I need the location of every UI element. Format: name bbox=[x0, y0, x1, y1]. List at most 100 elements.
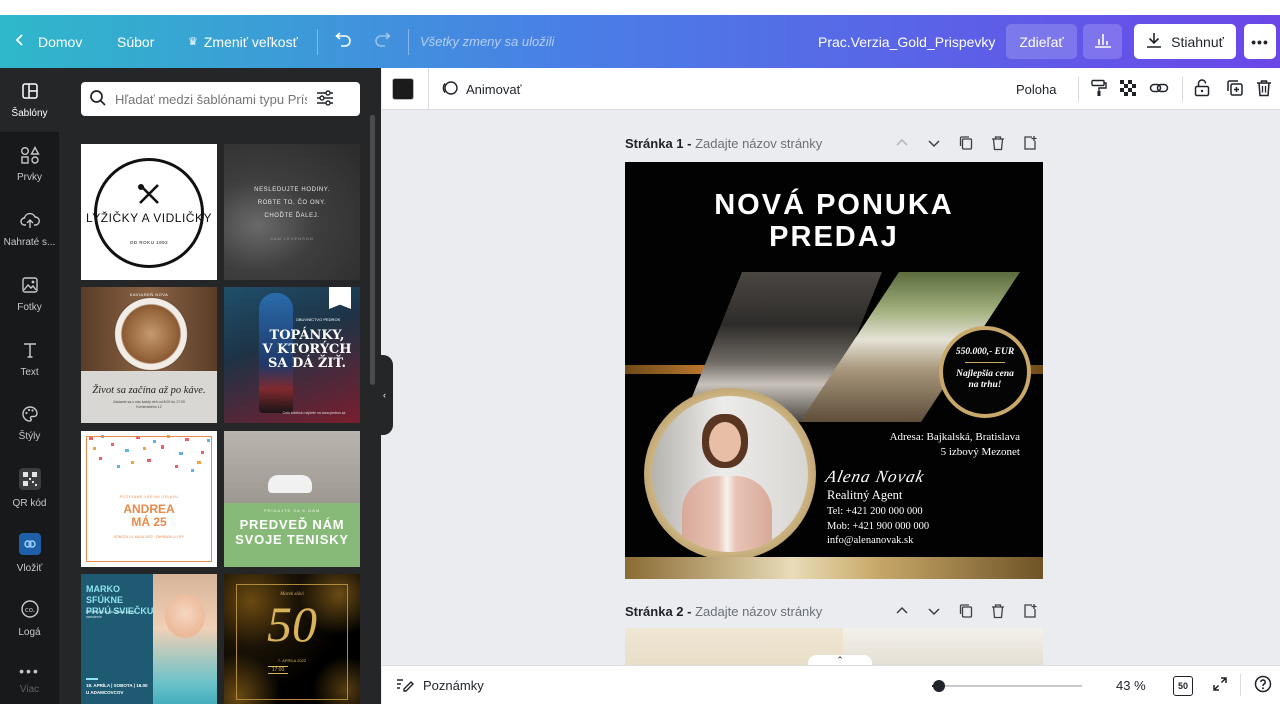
help-button[interactable] bbox=[1254, 666, 1272, 704]
save-status: Všetky zmeny sa uložili bbox=[420, 34, 555, 49]
address-block[interactable]: Adresa: Bajkalská, Bratislava 5 izbový M… bbox=[825, 430, 1020, 460]
rail-item-qr[interactable]: QR kód bbox=[0, 456, 59, 520]
chevron-down-icon[interactable] bbox=[927, 603, 941, 624]
design-page-1[interactable]: NOVÁ PONUKA PREDAJ 550.000,- EUR Najlepš… bbox=[625, 162, 1043, 579]
redo-icon bbox=[374, 32, 394, 51]
design-headline[interactable]: NOVÁ PONUKA PREDAJ bbox=[625, 189, 1043, 253]
rail-label: Fotky bbox=[17, 301, 42, 313]
template-card-fifty[interactable]: Marek slávi 50 7. APRÍLA 2022 17:00 bbox=[224, 574, 360, 704]
best-price-text: Najlepšia cena na trhu! bbox=[939, 369, 1031, 391]
agent-signature[interactable]: Alena Novak bbox=[824, 467, 958, 487]
divider bbox=[317, 29, 318, 55]
headline-line: PREDVEĎ NÁM bbox=[239, 517, 345, 532]
template-card-quote[interactable]: NESLEDUJTE HODINY. ROBTE TO, ČO ONY. CHO… bbox=[224, 144, 360, 280]
copy-style-button[interactable] bbox=[1090, 68, 1108, 110]
home-link[interactable]: Domov bbox=[14, 15, 82, 68]
delete-button[interactable] bbox=[1256, 68, 1272, 110]
duplicate-button[interactable] bbox=[1226, 68, 1244, 110]
svg-text:co.: co. bbox=[24, 606, 34, 614]
rail-item-uploads[interactable]: Nahraté s... bbox=[0, 197, 59, 261]
color-swatch-button[interactable] bbox=[392, 68, 414, 110]
agent-contact[interactable]: Tel: +421 200 000 000 Mob: +421 900 000 … bbox=[827, 505, 1017, 549]
unlock-icon bbox=[1194, 78, 1210, 100]
rail-item-logos[interactable]: co. Logá bbox=[0, 586, 59, 650]
fullscreen-button[interactable] bbox=[1212, 666, 1228, 704]
lock-button[interactable] bbox=[1194, 68, 1210, 110]
rail-label: Nahraté s... bbox=[3, 236, 56, 248]
rail-item-templates[interactable]: Šablóny bbox=[0, 68, 59, 132]
duplicate-page-icon[interactable] bbox=[959, 603, 973, 624]
rail-item-photos[interactable]: Fotky bbox=[0, 262, 59, 326]
resize-button[interactable]: ♛ Zmeniť veľkosť bbox=[188, 15, 298, 68]
file-menu[interactable]: Súbor bbox=[117, 15, 154, 68]
context-toolbar: Animovať Poloha bbox=[382, 68, 1280, 110]
template-headline: PREDVEĎ NÁM SVOJE TENISKY bbox=[224, 517, 360, 547]
page-1-header: Stránka 1 - Zadajte názov stránky bbox=[625, 136, 822, 151]
undo-button[interactable] bbox=[332, 15, 352, 68]
party-date: 7. APRÍLA 2022 bbox=[277, 658, 307, 663]
template-quote: Život sa začína až po káve. bbox=[92, 385, 206, 396]
transparency-button[interactable] bbox=[1119, 68, 1137, 110]
chevron-down-icon[interactable] bbox=[927, 135, 941, 156]
filter-icon[interactable] bbox=[315, 89, 335, 110]
template-card-shoes[interactable]: OBUVNÍCTVO PEDROS TOPÁNKY, V KTORÝCH SA … bbox=[224, 287, 360, 423]
delete-page-icon[interactable] bbox=[991, 603, 1005, 624]
template-search[interactable] bbox=[81, 82, 360, 116]
add-page-icon[interactable] bbox=[1023, 135, 1037, 156]
headline-line: PREDAJ bbox=[769, 221, 899, 253]
zoom-level[interactable]: 43 % bbox=[1116, 666, 1146, 704]
template-small: PRIDAJTE SA K NÁM bbox=[263, 508, 321, 513]
rail-item-text[interactable]: Text bbox=[0, 327, 59, 391]
insights-button[interactable] bbox=[1083, 24, 1122, 59]
cafe-name: KAVIAREŇ NOVA bbox=[129, 292, 169, 297]
download-button[interactable]: Stiahnuť bbox=[1134, 24, 1236, 59]
animate-button[interactable]: Animovať bbox=[428, 68, 521, 110]
more-options-button[interactable]: ••• bbox=[1244, 24, 1276, 59]
panel-scrollbar[interactable] bbox=[370, 115, 375, 385]
zoom-thumb[interactable] bbox=[933, 679, 945, 692]
notes-button[interactable]: Poznámky bbox=[396, 666, 484, 704]
page-title-input[interactable]: Zadajte názov stránky bbox=[695, 136, 822, 151]
expand-icon bbox=[1212, 676, 1228, 695]
paint-roller-icon bbox=[1090, 79, 1108, 100]
agent-face bbox=[709, 422, 741, 462]
template-card-cutlery[interactable]: LYŽIČKY A VIDLIČKY OD ROKU 1992 bbox=[81, 144, 217, 280]
page-count: 50 bbox=[1173, 675, 1193, 696]
templates-panel: LYŽIČKY A VIDLIČKY OD ROKU 1992 NESLEDUJ… bbox=[59, 68, 381, 704]
delete-page-icon[interactable] bbox=[991, 135, 1005, 156]
template-card-coffee[interactable]: KAVIAREŇ NOVA Život sa začína až po káve… bbox=[81, 287, 217, 423]
zoom-slider[interactable] bbox=[932, 666, 1082, 704]
agent-photo[interactable] bbox=[652, 396, 808, 552]
add-page-icon[interactable] bbox=[1023, 603, 1037, 624]
template-card-baby[interactable]: MARKO SFÚKNE PRVÚ SVIEČKU Nenechajte si … bbox=[81, 574, 217, 704]
bookmark-badge bbox=[329, 287, 351, 309]
link-button[interactable] bbox=[1149, 68, 1169, 110]
design-title[interactable]: Prac.Verzia_Gold_Prispevky bbox=[818, 15, 995, 68]
rail-item-styles[interactable]: Štýly bbox=[0, 391, 59, 455]
page-2-header: Stránka 2 - Zadajte názov stránky bbox=[625, 604, 822, 619]
rail-item-embed[interactable]: Vložiť bbox=[0, 521, 59, 585]
agent-role[interactable]: Realitný Agent bbox=[827, 488, 1017, 503]
chevron-up-icon[interactable] bbox=[895, 603, 909, 624]
left-rail: Šablóny Prvky Nahraté s... Fotky Text Št… bbox=[0, 68, 59, 704]
bar-chart-icon bbox=[1094, 32, 1112, 51]
quote-line: ROBTE TO, ČO ONY. bbox=[257, 200, 327, 206]
template-card-sneakers[interactable]: PRIDAJTE SA K NÁM PREDVEĎ NÁM SVOJE TENI… bbox=[224, 431, 360, 567]
chevron-up-icon[interactable] bbox=[895, 135, 909, 156]
share-button[interactable]: Zdieľať bbox=[1006, 24, 1077, 59]
divider bbox=[1182, 76, 1183, 102]
search-input[interactable] bbox=[115, 91, 307, 107]
qr-icon bbox=[18, 467, 41, 493]
collapse-panel-button[interactable]: ‹ bbox=[376, 355, 393, 435]
redo-button[interactable] bbox=[374, 15, 394, 68]
rail-item-more[interactable]: ••• Viac bbox=[0, 651, 59, 704]
position-button[interactable]: Poloha bbox=[1016, 68, 1056, 110]
rail-item-elements[interactable]: Prvky bbox=[0, 132, 59, 196]
duplicate-page-icon[interactable] bbox=[959, 135, 973, 156]
best-price-line: Najlepšia cena bbox=[956, 369, 1014, 379]
page-count-button[interactable]: 50 bbox=[1173, 666, 1193, 704]
page-title-input[interactable]: Zadajte názov stránky bbox=[695, 604, 822, 619]
notes-icon bbox=[396, 676, 414, 695]
text-icon bbox=[22, 341, 38, 362]
template-card-birthday[interactable]: POZÝVAME VÁS NA OSLAVU ANDREA MÁ 25 SOBO… bbox=[81, 431, 217, 567]
